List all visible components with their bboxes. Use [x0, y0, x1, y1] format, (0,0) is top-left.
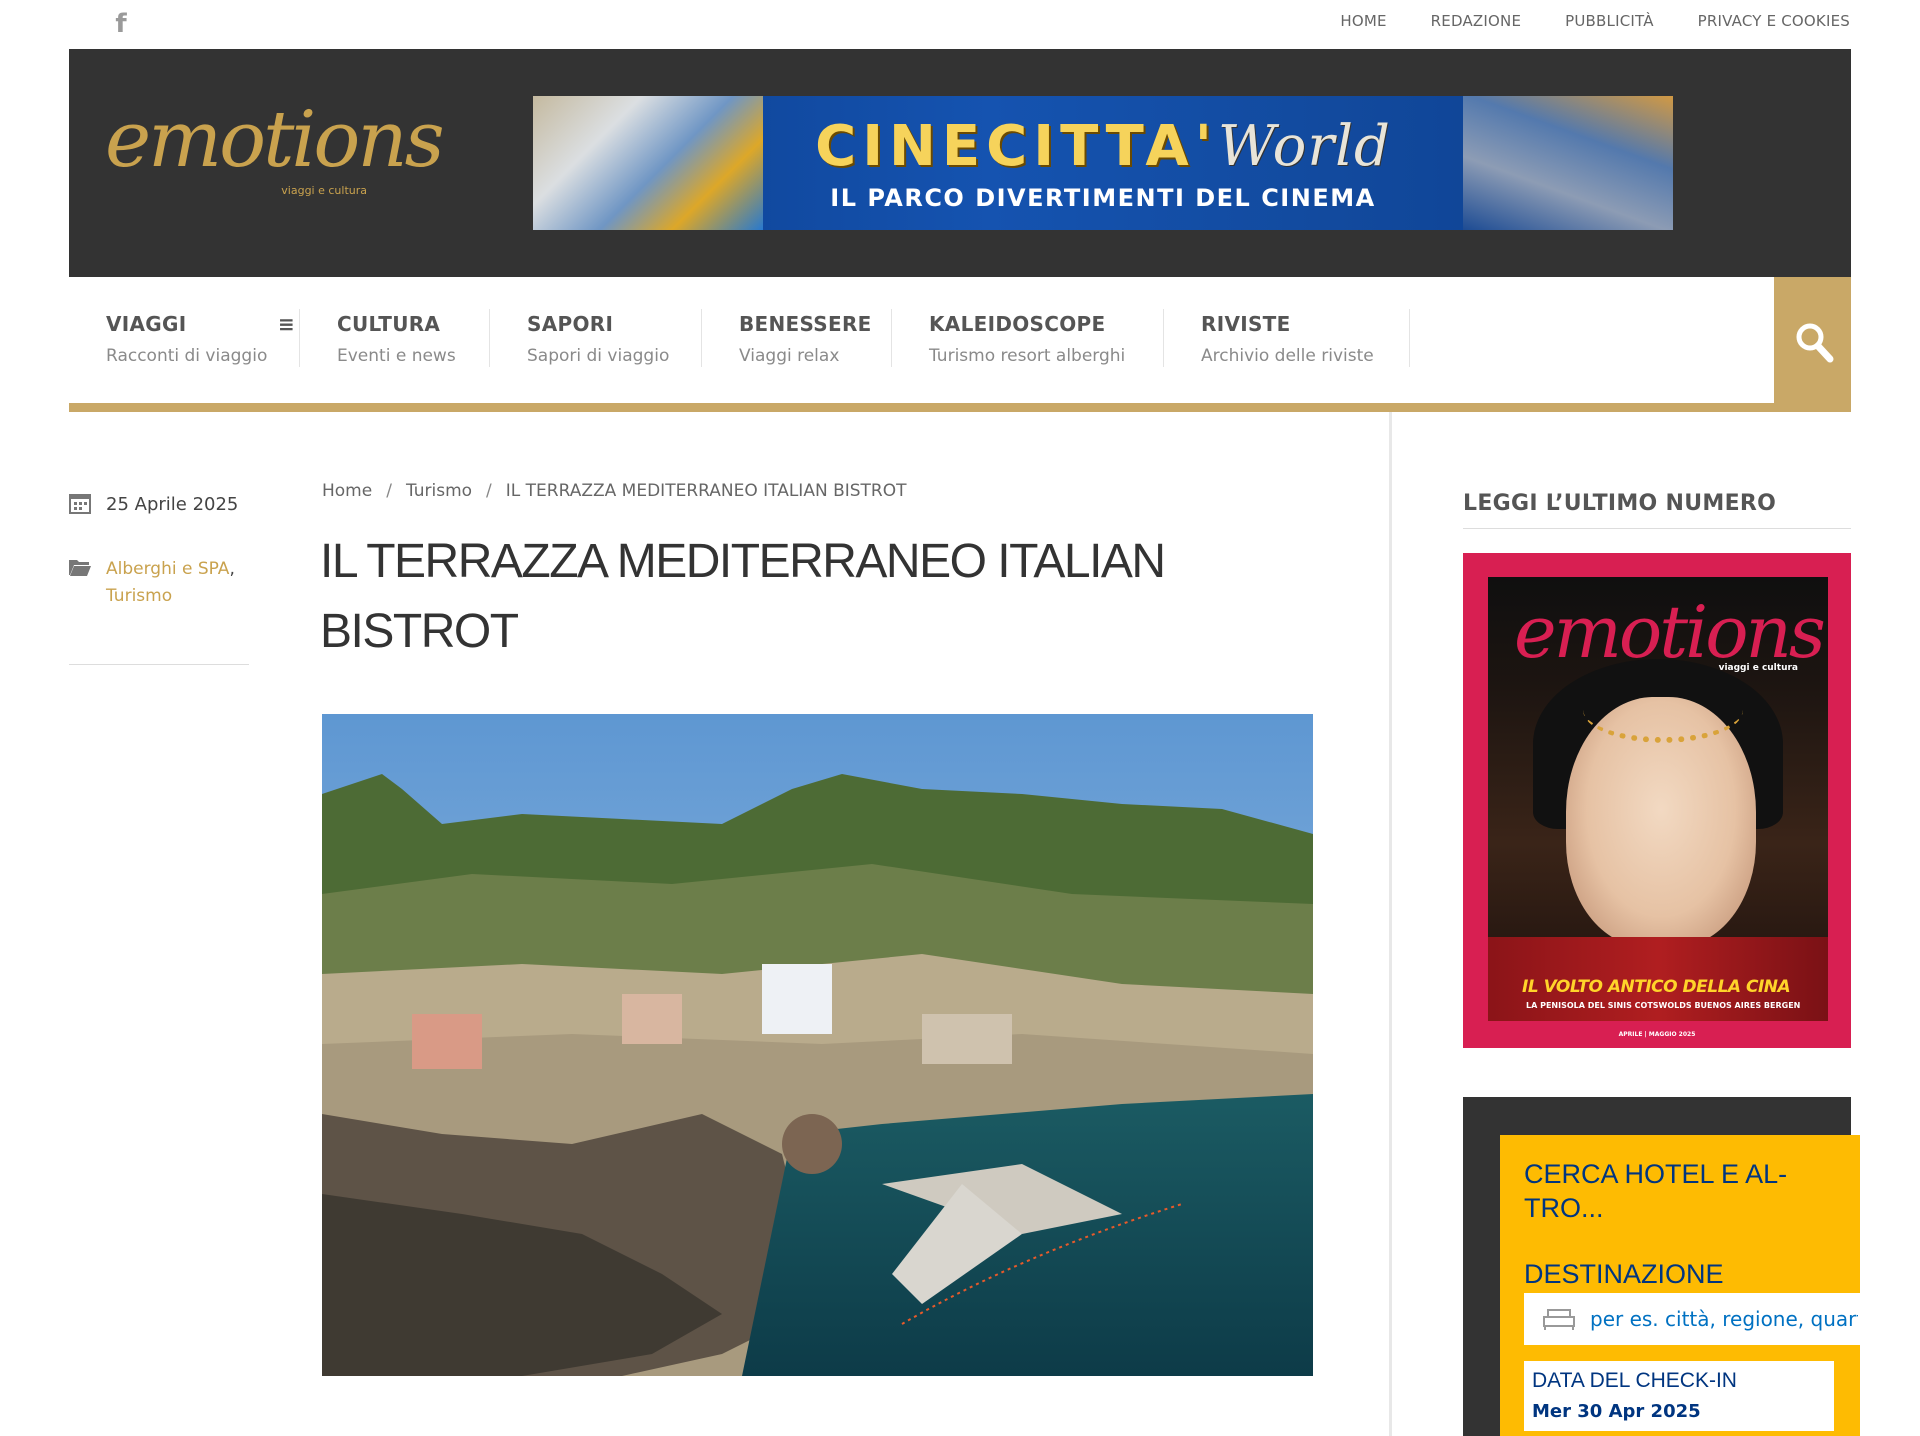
- nav-sub: Turismo resort alberghi: [929, 346, 1126, 366]
- bed-icon: [1543, 1309, 1575, 1330]
- nav-sub: Viaggi relax: [739, 346, 840, 366]
- breadcrumb-home[interactable]: Home: [322, 481, 372, 501]
- destination-label: DESTINAZIONE: [1524, 1259, 1724, 1289]
- search-button[interactable]: [1774, 277, 1851, 411]
- facebook-icon[interactable]: f: [110, 10, 132, 38]
- breadcrumb-current: IL TERRAZZA MEDITERRANEO ITALIAN BISTROT: [505, 481, 907, 501]
- cover-strapline: LA PENISOLA DEL SINIS COTSWOLDS BUENOS A…: [1526, 1001, 1801, 1010]
- sidebar-title-underline: [1463, 528, 1851, 529]
- nav-divider: [299, 309, 300, 367]
- cover-headline: IL VOLTO ANTICO DELLA CINA: [1522, 977, 1791, 997]
- cover-issue: APRILE | MAGGIO 2025: [1618, 1031, 1696, 1038]
- checkin-value: Mer 30 Apr 2025: [1532, 1401, 1701, 1422]
- cover-photo: emotions viaggi e cultura IL VOLTO ANTIC…: [1488, 577, 1828, 1021]
- breadcrumb-separator: /: [486, 481, 492, 501]
- nav-sub: Racconti di viaggio: [106, 346, 268, 366]
- top-links: HOME REDAZIONE PUBBLICITÀ PRIVACY E COOK…: [1340, 12, 1850, 30]
- post-categories: Alberghi e SPA, Turismo: [106, 559, 235, 606]
- nav-item-riviste[interactable]: RIVISTE Archivio delle riviste: [1201, 277, 1401, 377]
- top-link-privacy[interactable]: PRIVACY E COOKIES: [1698, 12, 1850, 30]
- destination-placeholder: per es. città, regione, quartiere: [1590, 1307, 1858, 1331]
- sidebar-title: LEGGI L’ULTIMO NUMERO: [1463, 491, 1777, 516]
- nav-sub: Archivio delle riviste: [1201, 346, 1374, 366]
- banner-subtitle: IL PARCO DIVERTIMENTI DEL CINEMA: [830, 184, 1376, 212]
- meta-divider: [69, 664, 249, 665]
- nav-label: RIVISTE: [1201, 312, 1291, 336]
- folder-icon: [69, 560, 91, 576]
- magazine-cover[interactable]: emotions viaggi e cultura IL VOLTO ANTIC…: [1463, 553, 1851, 1048]
- nav-underline: [69, 403, 1851, 412]
- nav-divider: [489, 309, 490, 367]
- article-hero-image[interactable]: [322, 714, 1313, 1376]
- checkin-date-picker[interactable]: DATA DEL CHECK-IN Mer 30 Apr 2025: [1524, 1361, 1834, 1431]
- menu-icon[interactable]: ≡: [278, 314, 296, 334]
- logo-tagline: viaggi e cultura: [281, 184, 367, 197]
- nav-label: KALEIDOSCOPE: [929, 312, 1106, 336]
- nav-item-sapori[interactable]: SAPORI Sapori di viaggio: [527, 277, 697, 377]
- main-nav: VIAGGI ≡ Racconti di viaggio CULTURA Eve…: [69, 277, 1774, 403]
- nav-sub: Eventi e news: [337, 346, 456, 366]
- category-link[interactable]: Alberghi e SPA: [106, 559, 229, 579]
- nav-label: CULTURA: [337, 312, 441, 336]
- article-title: IL TERRAZZA MEDITERRANEO ITALIAN BISTROT: [320, 535, 1166, 658]
- destination-input[interactable]: per es. città, regione, quartiere: [1524, 1293, 1860, 1345]
- cover-logo: emotions: [1514, 590, 1826, 674]
- top-link-redazione[interactable]: REDAZIONE: [1431, 12, 1521, 30]
- nav-divider: [701, 309, 702, 367]
- nav-item-benessere[interactable]: BENESSERE Viaggi relax: [739, 277, 889, 377]
- ad-banner[interactable]: CINECITTA'World IL PARCO DIVERTIMENTI DE…: [533, 96, 1673, 230]
- top-link-pubblicita[interactable]: PUBBLICITÀ: [1565, 12, 1654, 30]
- search-icon: [1796, 323, 1834, 363]
- nav-item-cultura[interactable]: CULTURA Eventi e news: [337, 277, 487, 377]
- nav-item-viaggi[interactable]: VIAGGI ≡ Racconti di viaggio: [106, 277, 306, 377]
- nav-divider: [891, 309, 892, 367]
- nav-divider: [1409, 309, 1410, 367]
- nav-sub: Sapori di viaggio: [527, 346, 670, 366]
- hotel-search-widget: CERCA HOTEL E AL-TRO... DESTINAZIONE per…: [1500, 1135, 1860, 1436]
- cover-tagline: viaggi e cultura: [1718, 663, 1798, 673]
- logo-word: emotions: [105, 95, 445, 185]
- breadcrumb: Home / Turismo / IL TERRAZZA MEDITERRANE…: [322, 481, 907, 501]
- checkin-label: DATA DEL CHECK-IN: [1532, 1369, 1737, 1392]
- category-link[interactable]: Turismo: [106, 586, 172, 606]
- site-logo[interactable]: emotions viaggi e cultura: [105, 95, 445, 210]
- nav-divider: [1163, 309, 1164, 367]
- nav-label: VIAGGI: [106, 312, 187, 336]
- nav-label: BENESSERE: [739, 312, 872, 336]
- nav-label: SAPORI: [527, 312, 614, 336]
- content-divider: [1389, 412, 1392, 1436]
- breadcrumb-turismo[interactable]: Turismo: [406, 481, 472, 501]
- calendar-icon: [69, 494, 91, 514]
- coastline-photo: [322, 714, 1313, 1376]
- post-date: 25 Aprile 2025: [106, 494, 239, 515]
- nav-item-kaleidoscope[interactable]: KALEIDOSCOPE Turismo resort alberghi: [929, 277, 1139, 377]
- hotel-widget-title: CERCA HOTEL E AL-TRO...: [1524, 1159, 1788, 1223]
- banner-title: CINECITTA'World: [815, 114, 1391, 179]
- cover-headdress: [1583, 677, 1743, 743]
- top-link-home[interactable]: HOME: [1340, 12, 1386, 30]
- breadcrumb-separator: /: [386, 481, 392, 501]
